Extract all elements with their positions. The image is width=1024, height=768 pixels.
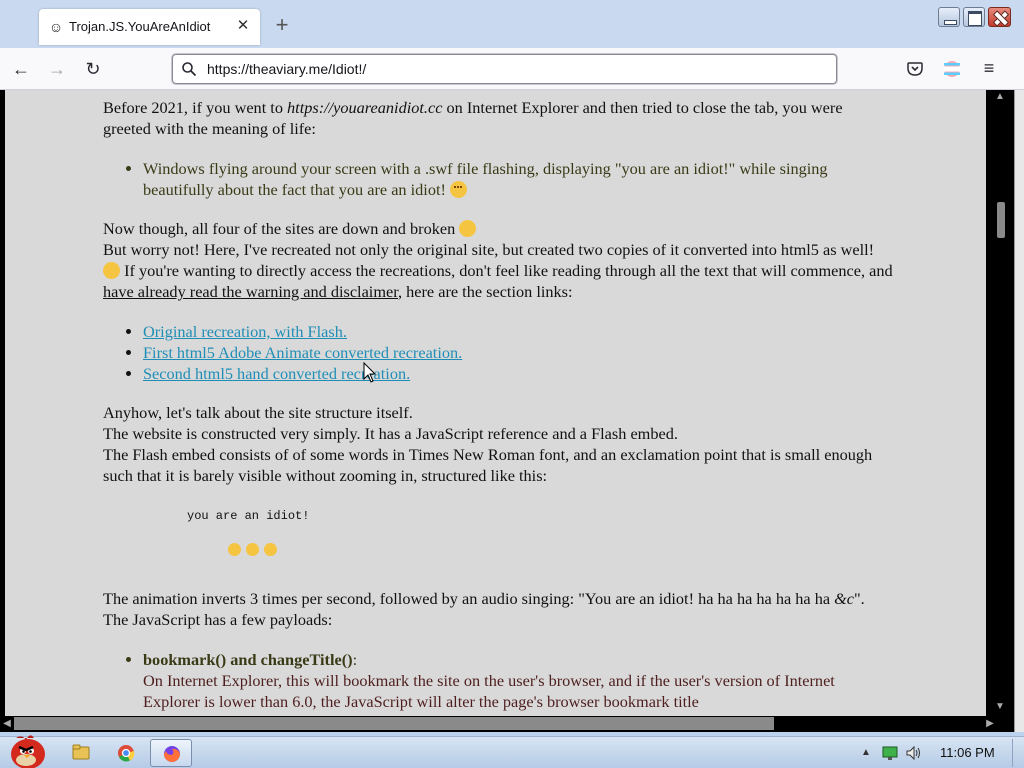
browser-tab[interactable]: ☺ Trojan.JS.YouAreAnIdiot ✕	[39, 9, 260, 45]
list-item-text: Windows flying around your screen with a…	[143, 159, 828, 199]
etc-text: &c	[834, 589, 855, 608]
meaning-of-life-list: Windows flying around your screen with a…	[143, 158, 893, 200]
firefox-icon	[164, 746, 180, 762]
emoji-row	[228, 537, 893, 558]
scroll-left-icon[interactable]: ◀	[0, 717, 14, 731]
structure-paragraph: Anyhow, let's talk about the site struct…	[103, 402, 893, 486]
explorer-taskbar-button[interactable]	[60, 739, 102, 767]
payload-description: On Internet Explorer, this will bookmark…	[143, 671, 835, 711]
pocket-icon[interactable]	[906, 60, 924, 78]
animation-text-end: ".	[854, 589, 865, 608]
page-viewport: Before 2021, if you went to https://youa…	[0, 90, 1014, 716]
recreation-text: But worry not! Here, I've recreated not …	[103, 240, 875, 259]
maximize-button[interactable]	[963, 7, 985, 27]
original-recreation-link[interactable]: Original recreation, with Flash.	[143, 322, 347, 341]
mouse-cursor-icon	[363, 362, 377, 383]
explorer-icon	[72, 744, 90, 760]
structure-text: The Flash embed consists of of some word…	[103, 445, 873, 485]
scroll-right-icon[interactable]: ▶	[983, 717, 997, 731]
payloads-text: The JavaScript has a few payloads:	[103, 610, 333, 629]
menu-icon[interactable]: ≡	[980, 59, 998, 78]
original-site-name: https://youareanidiot.cc	[287, 98, 443, 117]
scroll-down-icon[interactable]: ▼	[992, 700, 1008, 714]
flash-example-text: you are an idiot!	[187, 509, 310, 523]
search-icon	[182, 62, 197, 77]
tab-strip: ☺ Trojan.JS.YouAreAnIdiot ✕ +	[0, 0, 1024, 48]
tab-title: Trojan.JS.YouAreAnIdiot	[69, 19, 211, 34]
back-icon[interactable]: ←	[8, 56, 34, 82]
new-tab-button[interactable]: +	[270, 13, 294, 39]
smile-emoji-icon	[246, 543, 259, 556]
recreation-text-cont: If you're wanting to directly access the…	[120, 261, 893, 280]
chrome-icon	[118, 745, 135, 762]
minimize-button[interactable]	[938, 7, 960, 27]
structure-text: Anyhow, let's talk about the site struct…	[103, 403, 413, 422]
smile-emoji-icon	[264, 543, 277, 556]
smile-emoji-icon	[228, 543, 241, 556]
taskbar-clock[interactable]: 11:06 PM	[940, 745, 995, 760]
show-desktop-button[interactable]	[1012, 739, 1024, 767]
scroll-up-icon[interactable]: ▲	[992, 90, 1008, 104]
payload-colon: :	[352, 650, 358, 669]
warning-disclaimer-link[interactable]: have already read the warning and discla…	[103, 282, 398, 301]
smiley-icon: ☺	[48, 19, 64, 35]
list-item: First html5 Adobe Animate converted recr…	[143, 342, 893, 363]
horizontal-scroll-thumb[interactable]	[14, 717, 774, 730]
animation-text: The animation inverts 3 times per second…	[103, 589, 835, 608]
relieved-emoji-icon	[459, 220, 477, 237]
angry-birds-start-icon[interactable]	[2, 732, 50, 768]
reload-icon[interactable]: ↻	[80, 56, 106, 82]
structure-text: The website is constructed very simply. …	[103, 424, 678, 443]
address-bar[interactable]: https://theaviary.me/Idiot!/	[172, 54, 837, 84]
adobe-animate-recreation-link[interactable]: First html5 Adobe Animate converted recr…	[143, 343, 462, 362]
intro-text: Before 2021, if you went to	[103, 98, 288, 117]
navigation-toolbar: ← → ↻ https://theaviary.me/Idiot!/ ≡	[0, 48, 1024, 90]
animation-paragraph: The animation inverts 3 times per second…	[103, 588, 893, 630]
section-links-list: Original recreation, with Flash. First h…	[143, 321, 893, 384]
url-text[interactable]: https://theaviary.me/Idiot!/	[207, 61, 366, 77]
list-item: bookmark() and changeTitle(): On Interne…	[143, 649, 893, 712]
recreation-text-end: , here are the section links:	[398, 282, 573, 301]
close-tab-icon[interactable]: ✕	[235, 17, 251, 35]
chrome-taskbar-button[interactable]	[105, 739, 147, 767]
status-paragraph: Now though, all four of the sites are do…	[103, 218, 893, 302]
show-hidden-icons-icon[interactable]: ▲	[858, 745, 874, 761]
list-item: Windows flying around your screen with a…	[143, 158, 893, 200]
vertical-scroll-thumb[interactable]	[997, 202, 1005, 238]
status-text: Now though, all four of the sites are do…	[103, 219, 456, 238]
article: Before 2021, if you went to https://youa…	[103, 97, 893, 716]
flushed-emoji-icon	[449, 181, 467, 198]
firefox-taskbar-button[interactable]	[150, 739, 192, 767]
list-item: Original recreation, with Flash.	[143, 321, 893, 342]
payload-title: bookmark() and changeTitle()	[143, 650, 353, 669]
close-window-button[interactable]	[988, 7, 1011, 27]
page-content: Before 2021, if you went to https://youa…	[5, 90, 986, 716]
intro-paragraph: Before 2021, if you went to https://youa…	[103, 97, 893, 139]
network-icon[interactable]	[882, 745, 898, 761]
window-edge	[1014, 90, 1024, 732]
vertical-scrollbar[interactable]: ▲ ▼	[986, 90, 1014, 716]
forward-icon[interactable]: →	[44, 56, 70, 82]
list-item: Second html5 hand converted recreation.	[143, 363, 893, 384]
grin-emoji-icon	[103, 262, 120, 279]
volume-icon[interactable]	[905, 745, 921, 761]
taskbar: ▲ 11:06 PM	[0, 735, 1024, 768]
payloads-list: bookmark() and changeTitle(): On Interne…	[143, 649, 893, 712]
horizontal-scrollbar[interactable]: ◀ ▶	[0, 716, 1014, 732]
account-icon[interactable]	[943, 60, 961, 78]
